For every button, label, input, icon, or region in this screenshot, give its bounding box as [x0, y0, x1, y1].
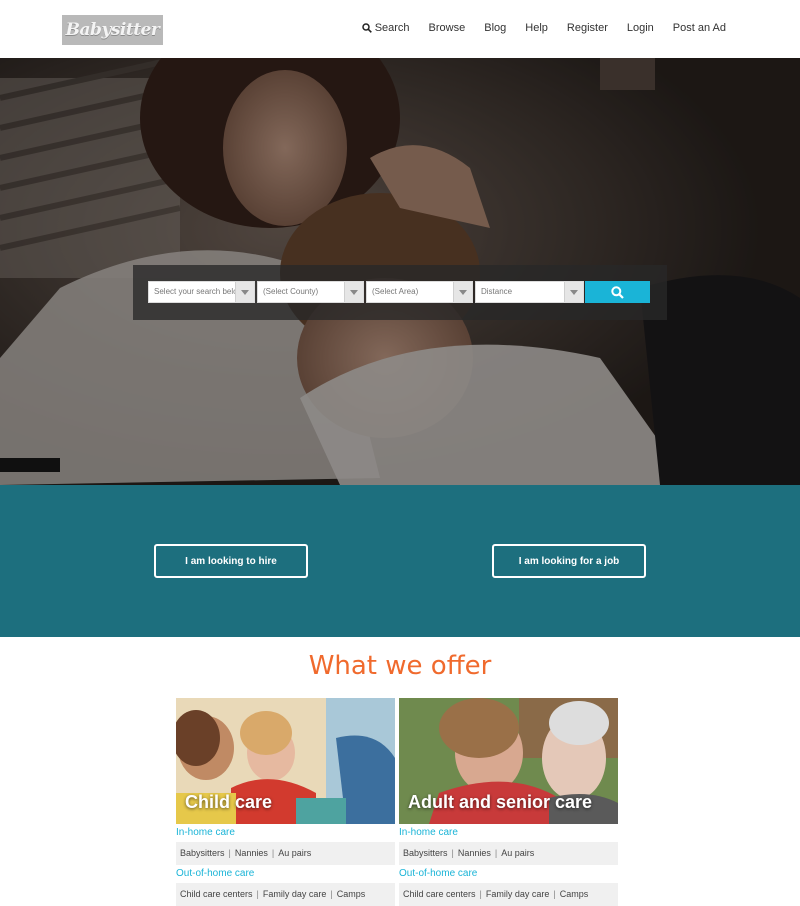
link-au-pairs[interactable]: Au pairs	[501, 848, 534, 858]
out-of-home-care-heading[interactable]: Out-of-home care	[399, 865, 618, 883]
chevron-down-icon	[344, 282, 363, 302]
search-type-value: Select your search belo	[154, 287, 238, 296]
nav-post-ad[interactable]: Post an Ad	[673, 22, 726, 34]
in-home-care-links: Babysitters | Nannies | Au pairs	[399, 842, 618, 865]
chevron-down-icon	[453, 282, 472, 302]
in-home-care-heading[interactable]: In-home care	[176, 824, 395, 842]
distance-select-value: Distance	[481, 287, 513, 296]
link-child-care-centers[interactable]: Child care centers	[403, 889, 476, 899]
hero-section: Select your search belo (Select County) …	[0, 58, 800, 485]
card-image[interactable]: Child care	[176, 698, 395, 824]
card-caption: Child care	[185, 792, 273, 812]
nav-search[interactable]: Search	[361, 22, 410, 34]
out-of-home-care-links: Child care centers | Family day care | Camps	[176, 883, 395, 906]
link-babysitters[interactable]: Babysitters	[403, 848, 448, 858]
nav-register[interactable]: Register	[567, 22, 608, 34]
card-caption: Adult and senior care	[408, 792, 593, 812]
in-home-care-links: Babysitters | Nannies | Au pairs	[176, 842, 395, 865]
search-bar: Select your search belo (Select County) …	[133, 265, 667, 320]
link-family-day-care[interactable]: Family day care	[486, 889, 550, 899]
link-camps[interactable]: Camps	[560, 889, 589, 899]
search-type-select[interactable]: Select your search belo	[148, 281, 255, 303]
area-select[interactable]: (Select Area)	[366, 281, 473, 303]
distance-select[interactable]: Distance	[475, 281, 584, 303]
nav-login[interactable]: Login	[627, 22, 654, 34]
search-icon	[361, 23, 372, 33]
site-header: Babysitter Search Browse Blog Help Regis…	[0, 0, 800, 58]
link-nannies[interactable]: Nannies	[458, 848, 491, 858]
nav-search-label: Search	[374, 22, 410, 34]
link-camps[interactable]: Camps	[337, 889, 366, 899]
nav-blog[interactable]: Blog	[484, 22, 506, 34]
cta-band: I am looking to hire I am looking for a …	[0, 485, 800, 637]
out-of-home-care-links: Child care centers | Family day care | Camps	[399, 883, 618, 906]
nav-help[interactable]: Help	[525, 22, 548, 34]
offer-title: What we offer	[308, 651, 492, 681]
chevron-down-icon	[235, 282, 254, 302]
county-select-value: (Select County)	[263, 287, 319, 296]
card-image[interactable]: Adult and senior care	[399, 698, 618, 824]
site-logo[interactable]: Babysitter	[62, 15, 163, 45]
county-select[interactable]: (Select County)	[257, 281, 364, 303]
search-button[interactable]	[585, 281, 650, 303]
out-of-home-care-heading[interactable]: Out-of-home care	[176, 865, 395, 883]
logo-text: Babysitter	[65, 20, 160, 40]
link-babysitters[interactable]: Babysitters	[180, 848, 225, 858]
offer-card-senior-care: Adult and senior care In-home care Babys…	[399, 698, 618, 906]
main-nav: Search Browse Blog Help Register Login P…	[343, 22, 726, 34]
link-nannies[interactable]: Nannies	[235, 848, 268, 858]
offer-card-child-care: Child care In-home care Babysitters | Nann…	[176, 698, 395, 906]
job-button[interactable]: I am looking for a job	[492, 544, 646, 578]
in-home-care-heading[interactable]: In-home care	[399, 824, 618, 842]
link-child-care-centers[interactable]: Child care centers	[180, 889, 253, 899]
hire-button[interactable]: I am looking to hire	[154, 544, 308, 578]
search-icon	[611, 285, 624, 299]
chevron-down-icon	[564, 282, 583, 302]
link-au-pairs[interactable]: Au pairs	[278, 848, 311, 858]
nav-browse[interactable]: Browse	[429, 22, 466, 34]
area-select-value: (Select Area)	[372, 287, 419, 296]
link-family-day-care[interactable]: Family day care	[263, 889, 327, 899]
